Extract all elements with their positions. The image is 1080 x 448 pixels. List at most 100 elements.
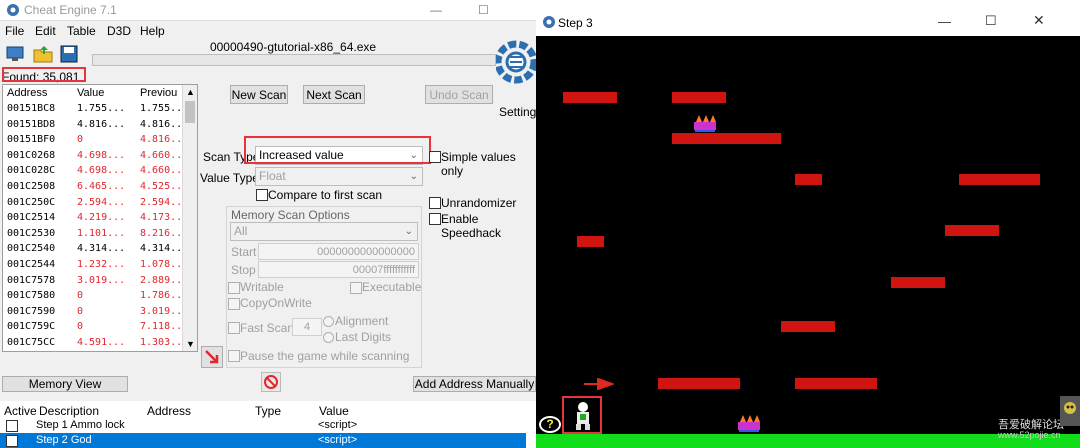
undo-scan-button[interactable]: Undo Scan	[425, 85, 493, 104]
writable-checkbox[interactable]	[228, 282, 240, 294]
start-address-field[interactable]: 0000000000000000	[258, 243, 419, 260]
scroll-down-icon[interactable]: ▼	[186, 339, 195, 349]
menu-d3d[interactable]: D3D	[107, 24, 131, 38]
menu-edit[interactable]: Edit	[35, 24, 56, 38]
platform	[795, 174, 822, 185]
result-row[interactable]: 00151BC8 1.755... 1.755...	[3, 102, 188, 117]
result-row[interactable]: 001C2514 4.219... 4.173...	[3, 211, 188, 226]
memory-scan-options-title: Memory Scan Options	[231, 208, 350, 222]
column-previous[interactable]: Previou	[140, 87, 177, 99]
result-value: 0	[77, 305, 84, 317]
column-address[interactable]: Address	[7, 87, 47, 99]
results-scrollbar[interactable]: ▲ ▼	[182, 85, 197, 351]
unrandomizer-checkbox[interactable]	[429, 197, 441, 209]
result-value: 6.465...	[77, 181, 126, 192]
column-value[interactable]: Value	[319, 404, 349, 418]
pause-game-checkbox[interactable]	[228, 350, 240, 362]
table-row[interactable]: Step 1 Ammo lock <script>	[0, 418, 526, 433]
column-active[interactable]: Active	[4, 404, 37, 418]
fastscan-value-field[interactable]: 4	[292, 318, 322, 336]
result-previous: 4.660...	[140, 165, 189, 177]
value-type-select[interactable]: Float ⌄	[255, 167, 423, 186]
cheat-engine-logo[interactable]	[496, 40, 536, 102]
result-previous: 4.173...	[140, 212, 189, 224]
copyonwrite-checkbox[interactable]	[228, 298, 240, 310]
alignment-radio[interactable]	[323, 316, 334, 327]
open-file-button[interactable]	[32, 44, 54, 64]
prohibited-icon	[264, 375, 278, 389]
result-row[interactable]: 00151BD8 4.816... 4.816...	[3, 118, 188, 133]
result-row[interactable]: 001C75CC 4.591... 1.303...	[3, 336, 188, 351]
scroll-up-icon[interactable]: ▲	[186, 87, 195, 97]
save-button[interactable]	[58, 44, 80, 64]
speedhack-checkbox[interactable]	[429, 213, 441, 225]
stop-button[interactable]	[261, 372, 281, 392]
result-address: 001C0268	[7, 149, 56, 161]
table-row-selected[interactable]: Step 2 God <script>	[0, 433, 526, 448]
next-scan-button[interactable]: Next Scan	[303, 85, 365, 104]
fastscan-checkbox[interactable]	[228, 322, 240, 334]
result-address: 001C2540	[7, 243, 56, 255]
column-description[interactable]: Description	[39, 404, 99, 418]
maximize-icon[interactable]: ☐	[478, 3, 489, 17]
menu-file[interactable]: File	[5, 24, 24, 38]
result-value: 4.698...	[77, 165, 126, 177]
pause-game-label: Pause the game while scanning	[240, 349, 410, 363]
last-digits-radio[interactable]	[323, 332, 334, 343]
memory-region-select[interactable]: All ⌄	[230, 222, 418, 241]
result-address: 001C2514	[7, 212, 56, 224]
executable-label: Executable	[362, 280, 422, 294]
minimize-icon[interactable]: —	[430, 3, 442, 17]
active-checkbox[interactable]	[6, 435, 18, 447]
result-row[interactable]: 001C0268 4.698... 4.660...	[3, 149, 188, 164]
copyonwrite-label: CopyOnWrite	[240, 296, 312, 310]
menu-help[interactable]: Help	[140, 24, 165, 38]
new-scan-button[interactable]: New Scan	[230, 85, 288, 104]
result-row[interactable]: 001C2530 1.101... 8.216...	[3, 227, 188, 242]
scroll-thumb[interactable]	[185, 101, 195, 123]
result-row[interactable]: 001C759C 0 7.118...	[3, 320, 188, 335]
process-name: 00000490-gtutorial-x86_64.exe	[209, 40, 377, 54]
result-address: 001C250C	[7, 196, 56, 208]
column-address[interactable]: Address	[147, 404, 191, 418]
enemy-sprite	[694, 115, 716, 132]
result-row[interactable]: 001C7580 0 1.786...	[3, 289, 188, 304]
cheat-engine-icon	[7, 4, 19, 16]
help-button[interactable]: ?	[539, 416, 561, 433]
compare-first-checkbox[interactable]	[256, 189, 268, 201]
row-value: <script>	[318, 419, 358, 431]
result-row[interactable]: 001C028C 4.698... 4.660...	[3, 164, 188, 179]
alignment-label: Alignment	[335, 314, 389, 328]
folder-icon	[33, 46, 53, 63]
found-highlight-box	[2, 67, 86, 82]
minimize-icon[interactable]: —	[938, 14, 951, 29]
stop-address-field[interactable]: 00007fffffffffff	[258, 261, 419, 278]
result-address: 00151BF0	[7, 134, 56, 146]
result-address: 001C028C	[7, 165, 56, 177]
result-row[interactable]: 001C2508 6.465... 4.525...	[3, 180, 188, 195]
game-title-bar: Step 3 — ☐ ✕	[536, 0, 1080, 36]
column-type[interactable]: Type	[255, 404, 281, 418]
result-row[interactable]: 001C250C 2.594... 2.594...	[3, 196, 188, 211]
platform	[658, 378, 740, 389]
scan-results-list[interactable]: Address Value Previou 00151BC8 1.755... 1.…	[2, 84, 198, 352]
result-previous: 7.118...	[140, 321, 189, 333]
result-row[interactable]: 001C7578 3.019... 2.889...	[3, 274, 188, 289]
result-row[interactable]: 001C2540 4.314... 4.314...	[3, 242, 188, 257]
result-row[interactable]: 001C2544 1.232... 1.078...	[3, 258, 188, 273]
close-icon[interactable]: ✕	[1033, 12, 1045, 29]
menu-table[interactable]: Table	[67, 24, 96, 38]
open-process-button[interactable]	[4, 44, 26, 64]
result-row[interactable]: 001C7590 0 3.019...	[3, 305, 188, 320]
result-row[interactable]: 00151BF0 0 4.816...	[3, 133, 188, 148]
add-selected-to-list-button[interactable]	[201, 346, 223, 368]
executable-checkbox[interactable]	[350, 282, 362, 294]
memory-view-button[interactable]: Memory View	[2, 376, 128, 392]
compare-first-label: Compare to first scan	[268, 188, 383, 202]
simple-values-checkbox[interactable]	[429, 151, 441, 163]
active-checkbox[interactable]	[6, 420, 18, 432]
column-value[interactable]: Value	[77, 87, 104, 99]
add-address-manually-button[interactable]: Add Address Manually	[413, 376, 536, 392]
result-value: 0	[77, 290, 84, 302]
maximize-icon[interactable]: ☐	[985, 13, 997, 29]
